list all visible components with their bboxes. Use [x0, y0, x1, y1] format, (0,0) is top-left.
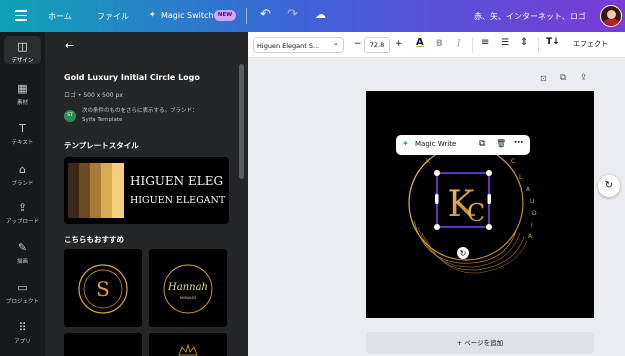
- italic-button[interactable]: I: [457, 39, 461, 49]
- rotate-icon: ↻: [460, 249, 467, 258]
- upload-icon: ⇪: [17, 201, 28, 214]
- arc-letter: C: [511, 158, 515, 165]
- svg-text:A: A: [528, 233, 533, 240]
- creator-avatar[interactable]: ST: [64, 110, 76, 122]
- font-size-input[interactable]: 72.8: [364, 37, 390, 53]
- copy-icon[interactable]: ⧉: [479, 139, 485, 149]
- monogram-c: C: [467, 199, 485, 227]
- undo-icon[interactable]: ↶: [260, 7, 271, 22]
- magic-switch-button[interactable]: Magic Switch: [161, 11, 214, 20]
- sparkle-icon: ✦: [149, 10, 156, 19]
- duplicate-page-icon[interactable]: ⧉: [560, 73, 566, 83]
- text-color-button[interactable]: A: [416, 37, 424, 48]
- svg-text:I: I: [531, 222, 533, 229]
- rail-item-design[interactable]: ◫ デザイン: [0, 40, 45, 64]
- file-menu[interactable]: ファイル: [97, 11, 129, 22]
- recommended-thumb-1[interactable]: S: [64, 249, 142, 327]
- panel-scrollbar[interactable]: [239, 64, 244, 179]
- draw-icon: ✎: [17, 241, 28, 254]
- decrease-size-button[interactable]: −: [354, 39, 362, 49]
- text-icon: T: [19, 122, 26, 135]
- rail-item-elements[interactable]: ▦ 素材: [0, 82, 45, 106]
- lock-icon[interactable]: ⊡: [540, 74, 547, 83]
- recommended-thumb-4[interactable]: [149, 333, 227, 356]
- recommended-thumb-3[interactable]: [64, 333, 142, 356]
- magic-write-button[interactable]: Magic Write: [415, 140, 456, 148]
- design-page[interactable]: K C K C L A U D I A ↻: [366, 91, 594, 318]
- svg-text:S: S: [96, 277, 110, 301]
- svg-text:A: A: [526, 186, 531, 193]
- svg-text:L: L: [519, 174, 523, 181]
- delete-icon[interactable]: 🗑: [496, 139, 506, 148]
- new-badge: NEW: [214, 10, 236, 21]
- menu-icon[interactable]: [15, 10, 27, 22]
- avatar[interactable]: [600, 5, 622, 27]
- hannah-logo: Hannah MORALES: [163, 264, 213, 314]
- recommend-heading: こちらもおすすめ: [64, 235, 124, 244]
- color-palette: [68, 163, 126, 218]
- design-icon: ◫: [17, 40, 28, 53]
- creator-note: 次の条件のものをさらに表示する。ブランド：: [82, 108, 198, 114]
- rail-item-apps[interactable]: ⠿ アプリ: [0, 321, 45, 345]
- cloud-saved-icon[interactable]: ☁: [315, 8, 326, 21]
- more-icon[interactable]: ⋯: [514, 138, 523, 148]
- template-title: Gold Luxury Initial Circle Logo: [64, 73, 200, 82]
- elements-icon: ▦: [17, 82, 28, 95]
- folder-icon: ▭: [17, 281, 28, 294]
- style-card[interactable]: HIGUEN ELEG HIGUEN ELEGANT: [64, 157, 229, 224]
- magic-write-icon: ✦: [402, 139, 409, 148]
- add-page-icon[interactable]: ⇪: [580, 73, 588, 83]
- redo-icon[interactable]: ↷: [287, 7, 298, 22]
- add-page-button[interactable]: + ページを追加: [366, 332, 594, 354]
- text-case-icon[interactable]: T↓: [546, 37, 560, 47]
- creator-name[interactable]: Syifa Template: [82, 117, 122, 123]
- thumb-subtext: MORALES: [180, 296, 198, 300]
- list-icon[interactable]: ☰: [501, 38, 509, 48]
- font-name: Higuen Elegant S...: [257, 42, 320, 50]
- style-sample-sub: HIGUEN ELEGANT: [130, 195, 226, 206]
- left-rail: ◫ デザイン ▦ 素材 T テキスト ⌂ ブランド ⇪ アップロード ✎ 描画 ▭ プロジェク…: [0, 32, 45, 356]
- style-sample-heading: HIGUEN ELEG: [130, 174, 224, 188]
- increase-size-button[interactable]: +: [395, 39, 403, 49]
- cs-monogram-logo: S: [78, 264, 128, 314]
- styles-heading: テンプレートスタイル: [64, 141, 139, 150]
- refresh-button[interactable]: ↻: [598, 175, 620, 197]
- template-panel: ← Gold Luxury Initial Circle Logo ロゴ • 5…: [45, 32, 248, 356]
- divider: [538, 37, 539, 53]
- chevron-down-icon: ⌄: [333, 39, 339, 47]
- recommended-thumb-2[interactable]: Hannah MORALES: [149, 249, 227, 327]
- effects-button[interactable]: エフェクト: [573, 39, 608, 49]
- bold-button[interactable]: B: [436, 39, 443, 49]
- palette-swatch: [112, 163, 124, 218]
- back-icon[interactable]: ←: [65, 39, 74, 52]
- align-icon[interactable]: ≡: [481, 37, 489, 48]
- rail-item-brand[interactable]: ⌂ ブランド: [0, 163, 45, 187]
- apps-icon: ⠿: [18, 321, 27, 334]
- home-link[interactable]: ホーム: [48, 11, 72, 22]
- font-selector[interactable]: Higuen Elegant S...: [253, 37, 344, 53]
- spacing-icon[interactable]: ⇕: [520, 37, 528, 48]
- divider: [246, 8, 247, 24]
- rail-item-text[interactable]: T テキスト: [0, 122, 45, 146]
- divider: [472, 37, 473, 53]
- svg-text:U: U: [530, 198, 534, 205]
- svg-text:D: D: [532, 210, 537, 217]
- rail-item-draw[interactable]: ✎ 描画: [0, 241, 45, 265]
- brand-icon: ⌂: [19, 163, 26, 176]
- rail-item-uploads[interactable]: ⇪ アップロード: [0, 201, 45, 225]
- document-title[interactable]: 赤、矢、インターネット、ロゴ: [474, 11, 586, 22]
- template-meta: ロゴ • 500 x 500 px: [64, 92, 123, 99]
- logo-artwork: K C K C L A U D I A ↻: [408, 145, 537, 274]
- rail-item-projects[interactable]: ▭ プロジェクト: [0, 281, 45, 305]
- context-toolbar: ✦ Magic Write ⧉ 🗑 ⋯: [396, 135, 530, 155]
- thumb-text: Hannah: [167, 282, 208, 293]
- crown-icon: [178, 343, 198, 356]
